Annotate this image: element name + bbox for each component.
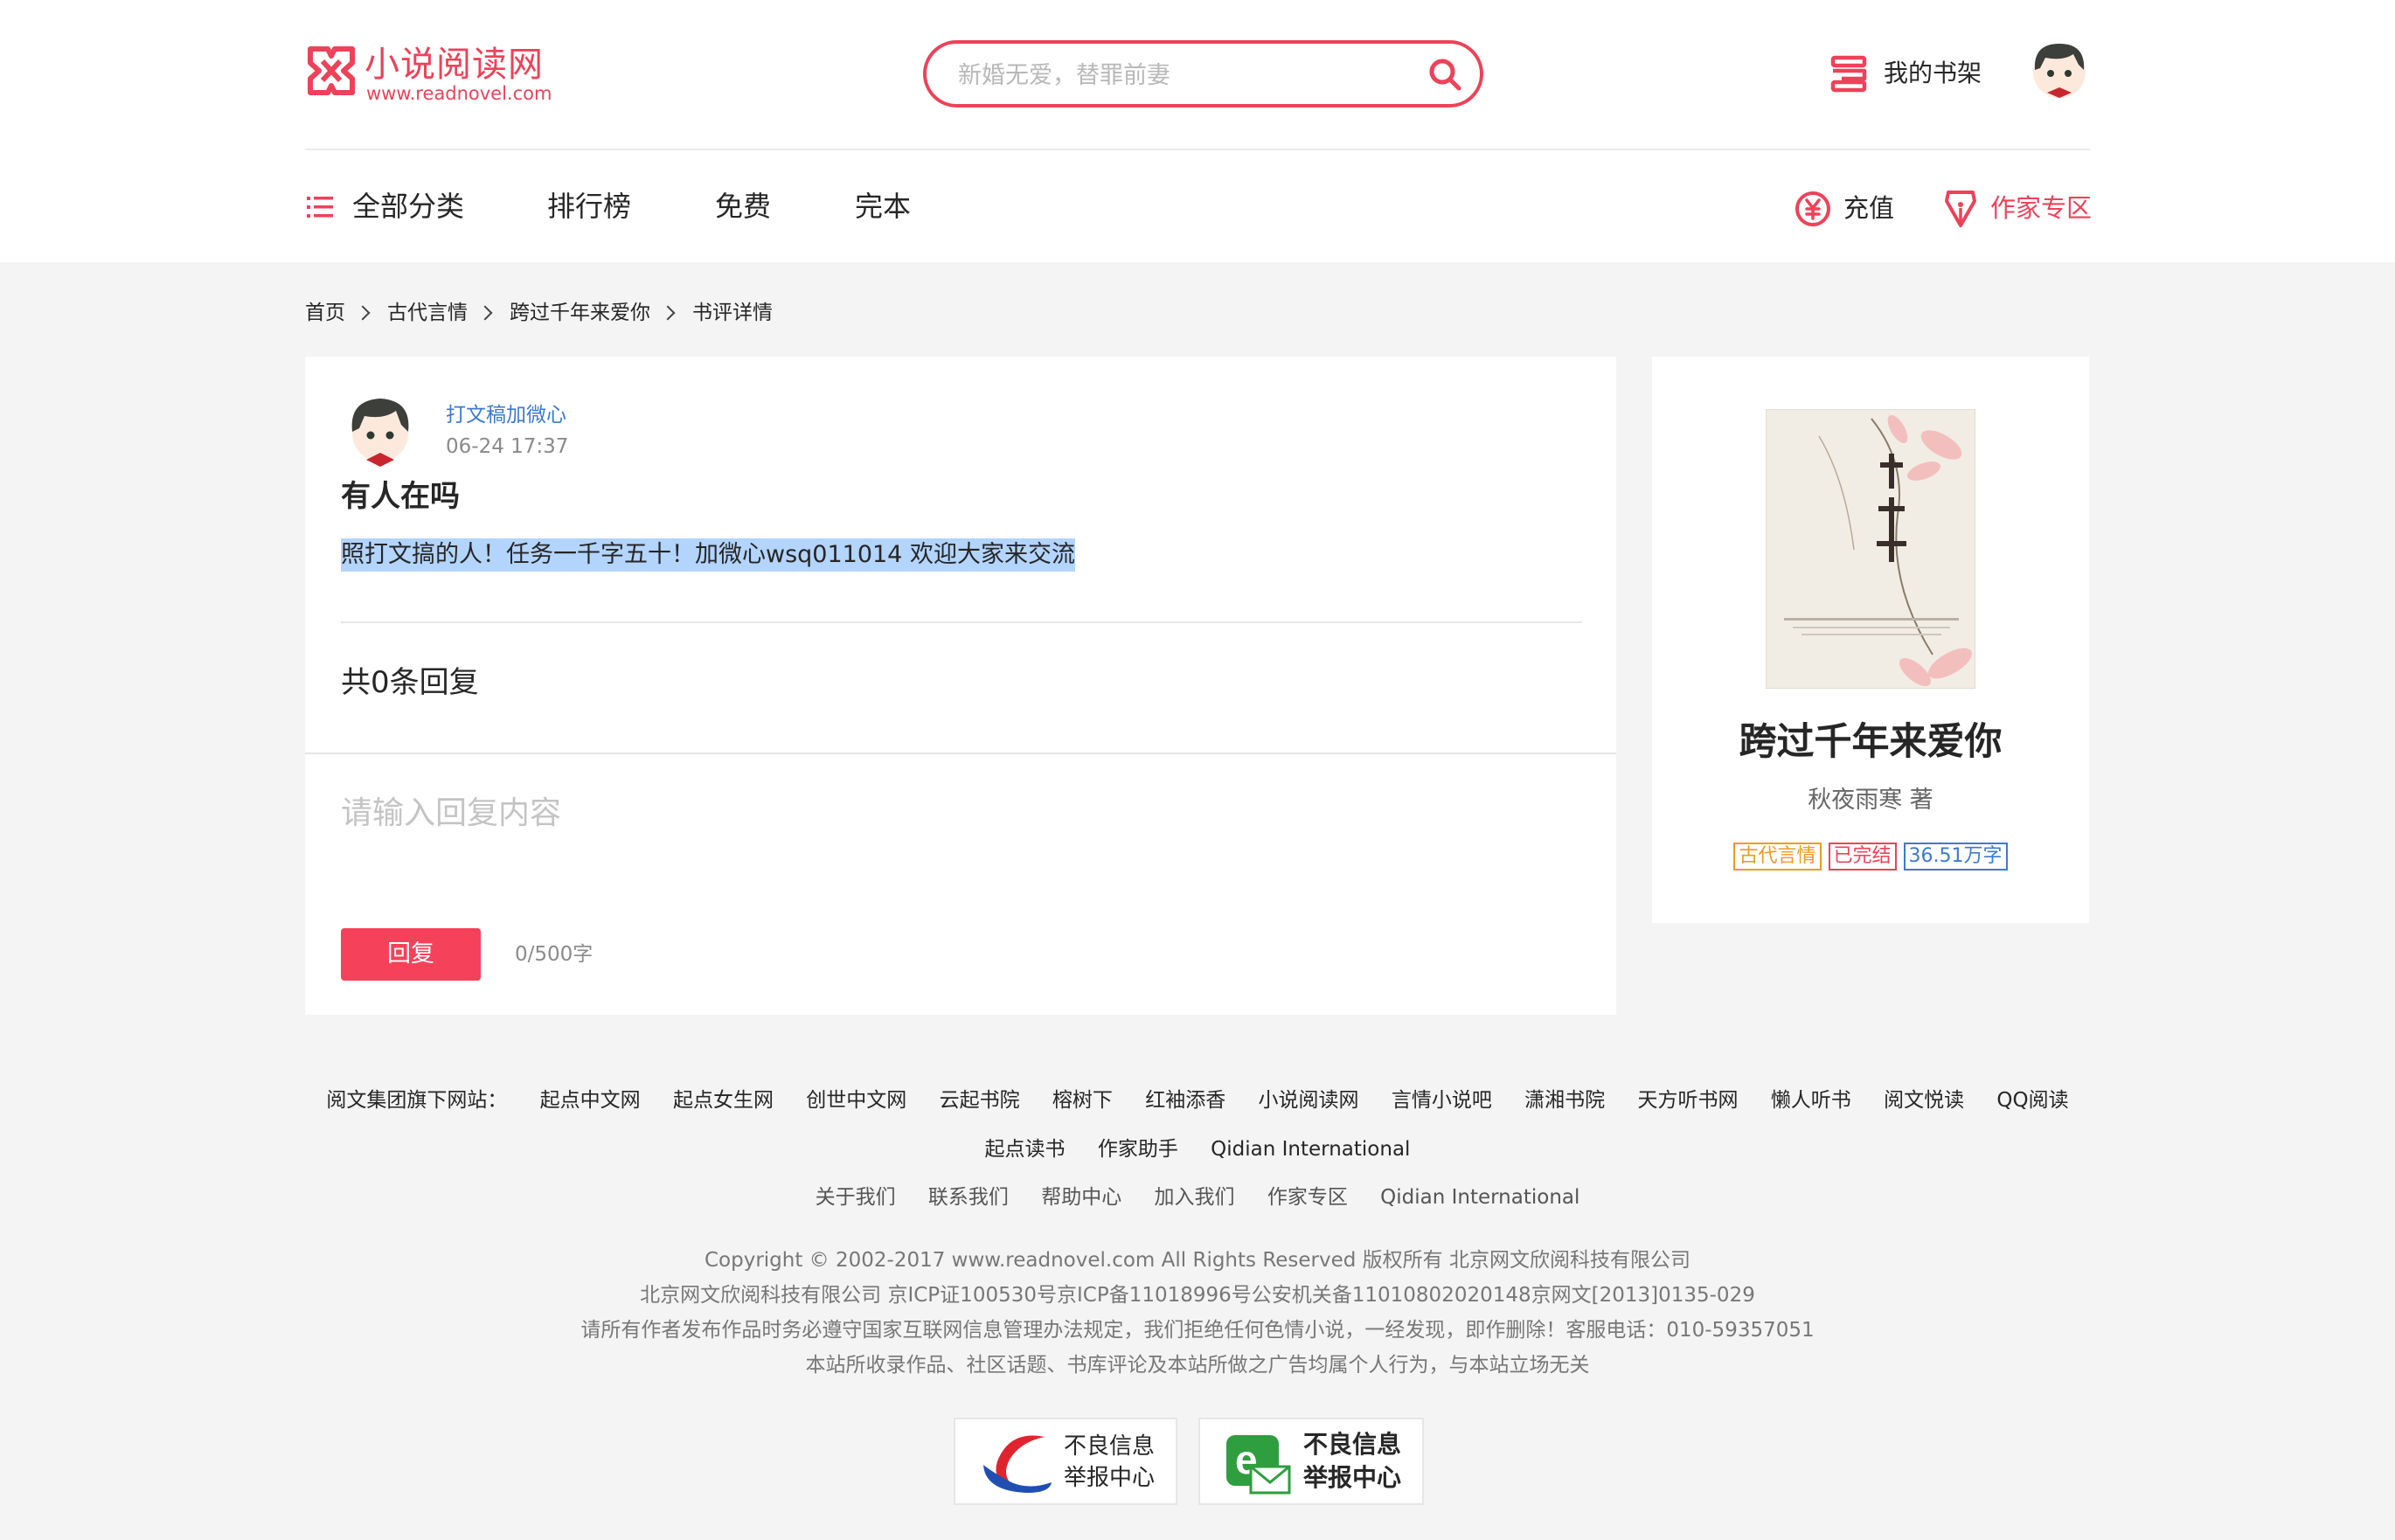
logo-url: www.readnovel.com [366, 83, 552, 104]
post-title: 有人在吗 [341, 479, 460, 514]
footer-license: 北京网文欣阅科技有限公司 京ICP证100530号京ICP备11018996号公… [640, 1284, 1755, 1307]
my-bookshelf-label: 我的书架 [1884, 59, 1982, 87]
breadcrumb-book[interactable]: 跨过千年来爱你 [510, 298, 650, 328]
footer-disclaimer: 本站所收录作品、社区话题、书库评论及本站所做之广告均属个人行为，与本站立场无关 [805, 1354, 1590, 1377]
breadcrumb-current: 书评详情 [692, 301, 773, 324]
footer-site-link[interactable]: 创世中文网 [806, 1086, 906, 1115]
search-icon[interactable] [1426, 55, 1466, 95]
footer-link[interactable]: 联系我们 [928, 1183, 1009, 1212]
footer-link[interactable]: 加入我们 [1155, 1183, 1235, 1212]
book-info-card: 跨过千年来爱你 秋夜雨寒 著 古代言情 已完结 36.51万字 [1652, 357, 2089, 923]
footer-link[interactable]: 帮助中心 [1041, 1183, 1121, 1212]
footer-site-link[interactable]: Qidian International [1211, 1134, 1410, 1164]
breadcrumb-home[interactable]: 首页 [305, 298, 345, 328]
nav-all-categories-label: 全部分类 [352, 190, 465, 223]
header-divider [305, 149, 2090, 150]
reply-input[interactable] [341, 794, 1582, 890]
footer-site-link[interactable]: 起点中文网 [540, 1086, 641, 1115]
footer-site-link[interactable]: QQ阅读 [1996, 1086, 2068, 1115]
nav-rankings[interactable]: 排行榜 [547, 189, 631, 224]
pen-nib-icon [1945, 191, 1976, 227]
footer-site-link[interactable]: 天方听书网 [1637, 1086, 1738, 1115]
logo-mark-icon [308, 46, 355, 95]
footer-site-link[interactable]: 起点读书 [985, 1134, 1066, 1164]
badge1-line1: 不良信息 [1064, 1433, 1156, 1460]
footer-links: 关于我们 联系我们 帮助中心 加入我们 作家专区 Qidian Internat… [0, 1183, 2395, 1212]
footer-site-link[interactable]: 潇湘书院 [1524, 1086, 1605, 1115]
post-body: 照打文搞的人！任务一千字五十！加微心wsq011014 欢迎大家来交流 [341, 538, 1075, 572]
chevron-right-icon [660, 305, 676, 320]
footer-site-link[interactable]: 懒人听书 [1771, 1086, 1851, 1115]
book-cover[interactable] [1766, 409, 1975, 689]
book-author: 秋夜雨寒 著 [1808, 787, 1933, 814]
author-zone-label: 作家专区 [1990, 193, 2093, 223]
tag-status: 已完结 [1828, 843, 1897, 871]
footer-link[interactable]: 关于我们 [816, 1183, 896, 1212]
book-title[interactable]: 跨过千年来爱你 [1652, 718, 2089, 766]
poster-avatar[interactable] [345, 393, 415, 468]
footer-notice: 请所有作者发布作品时务必遵守国家互联网信息管理办法规定，我们拒绝任何色情小说，一… [580, 1319, 1815, 1342]
footer-link[interactable]: Qidian International [1380, 1183, 1579, 1212]
reply-divider [305, 753, 1616, 754]
nav-free[interactable]: 免费 [715, 189, 771, 224]
author-zone-link[interactable]: 作家专区 [1943, 189, 2092, 227]
footer-site-link[interactable]: 起点女生网 [673, 1086, 774, 1115]
book-tags: 古代言情 已完结 36.51万字 [1652, 843, 2089, 871]
footer-site-link[interactable]: 榕树下 [1052, 1086, 1113, 1115]
footer-site-link[interactable]: 作家助手 [1098, 1134, 1178, 1164]
footer-site-link[interactable]: 小说阅读网 [1259, 1086, 1359, 1115]
footer-copyright: Copyright © 2002-2017 www.readnovel.com … [704, 1249, 1690, 1272]
recharge-label: 充值 [1843, 193, 1895, 223]
reply-button[interactable]: 回复 [341, 928, 481, 981]
site-header: 小说阅读网 www.readnovel.com 我的书架 [0, 0, 2395, 262]
reply-count: 共0条回复 [341, 665, 479, 700]
menu-list-icon [307, 197, 333, 218]
recharge-link[interactable]: 充值 [1795, 189, 1908, 227]
nav-completed[interactable]: 完本 [855, 189, 911, 224]
footer-site-link[interactable]: 阅文悦读 [1884, 1086, 1964, 1115]
chevron-right-icon [477, 305, 493, 320]
breadcrumb: 首页 古代言情 跨过千年来爱你 书评详情 [305, 297, 773, 327]
post-divider [341, 621, 1582, 623]
report-center-badge-alt[interactable]: e 不良信息 举报中心 [1198, 1418, 1424, 1505]
post-timestamp: 06-24 17:37 [446, 435, 569, 458]
badge2-line1: 不良信息 [1303, 1430, 1402, 1459]
badge2-line2: 举报中心 [1303, 1463, 1402, 1492]
reply-word-count: 0/500字 [515, 943, 594, 966]
breadcrumb-category[interactable]: 古代言情 [387, 298, 468, 328]
tag-word-count: 36.51万字 [1903, 843, 2008, 871]
report-center-logo-icon [983, 1435, 1052, 1493]
footer-sites-label: 阅文集团旗下网站： [326, 1089, 508, 1112]
user-avatar[interactable] [2028, 38, 2091, 101]
report-center-badge[interactable]: 不良信息 举报中心 [954, 1418, 1177, 1505]
bookshelf-icon [1830, 55, 1867, 93]
poster-username[interactable]: 打文稿加微心 [446, 402, 566, 428]
book-cover-art [1767, 410, 1975, 688]
footer-site-link[interactable]: 云起书院 [940, 1086, 1020, 1115]
report-mail-icon: e [1226, 1435, 1291, 1495]
badge1-line2: 举报中心 [1064, 1465, 1156, 1491]
yuan-coin-icon [1795, 191, 1830, 226]
site-logo[interactable]: 小说阅读网 www.readnovel.com [305, 44, 567, 105]
footer-sister-sites-row2: 起点读书 作家助手 Qidian International [0, 1134, 2395, 1164]
search-bar [923, 40, 1483, 108]
review-detail-card: 打文稿加微心 06-24 17:37 有人在吗 照打文搞的人！任务一千字五十！加… [305, 357, 1616, 1015]
logo-title: 小说阅读网 [364, 45, 544, 85]
nav-all-categories[interactable]: 全部分类 [305, 189, 480, 224]
footer-site-link[interactable]: 言情小说吧 [1392, 1086, 1492, 1115]
search-input[interactable] [958, 59, 1413, 91]
chevron-right-icon [355, 305, 371, 320]
tag-category[interactable]: 古代言情 [1733, 843, 1822, 871]
footer-link[interactable]: 作家专区 [1267, 1183, 1348, 1212]
footer-site-link[interactable]: 红袖添香 [1145, 1086, 1225, 1115]
footer-sister-sites: 阅文集团旗下网站： 起点中文网 起点女生网 创世中文网 云起书院 榕树下 红袖添… [0, 1086, 2395, 1115]
